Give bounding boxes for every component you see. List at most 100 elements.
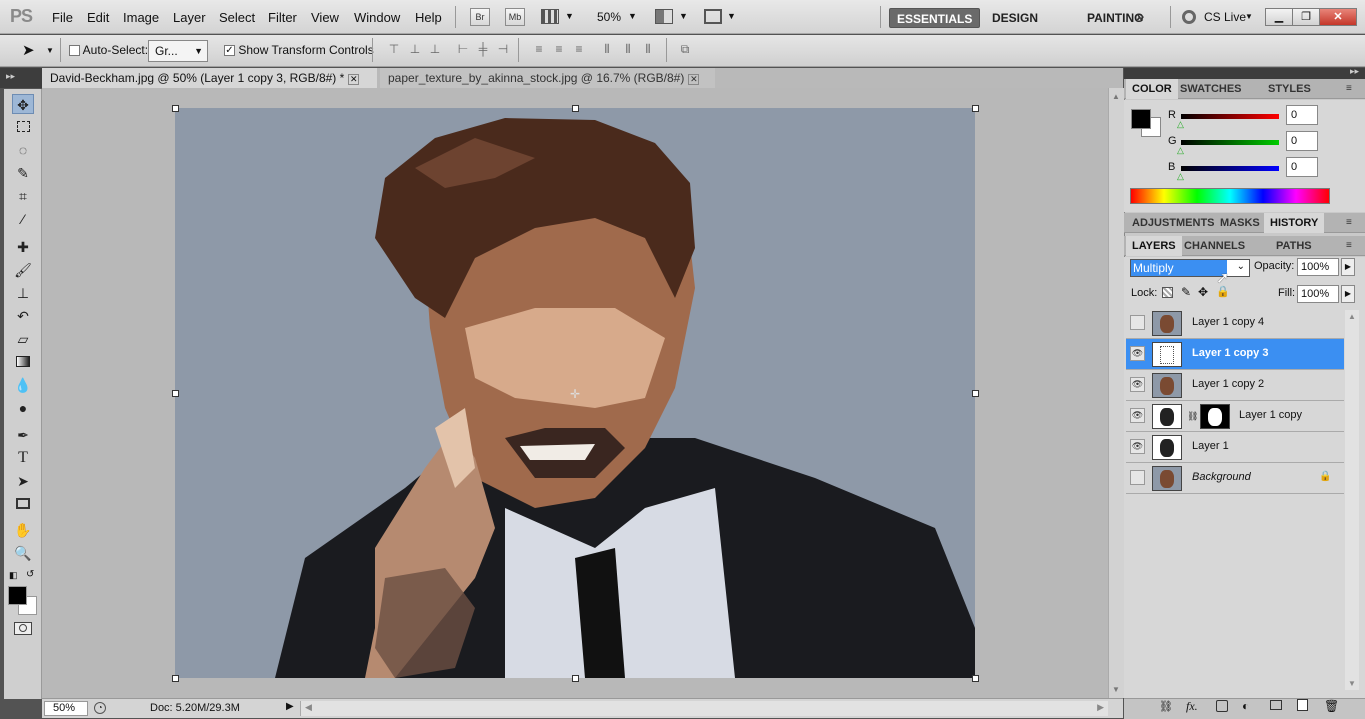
menu-layer[interactable]: Layer bbox=[173, 10, 206, 25]
mini-bridge-button[interactable]: Mb bbox=[505, 8, 525, 26]
default-colors-icon[interactable]: ◧ bbox=[9, 570, 18, 581]
brush-tool[interactable]: 🖌 bbox=[12, 260, 34, 280]
opacity-input[interactable]: 100% bbox=[1297, 258, 1339, 276]
history-brush-tool[interactable]: ↶ bbox=[12, 306, 34, 326]
status-info-icon[interactable]: ◔ bbox=[94, 702, 106, 714]
menu-window[interactable]: Window bbox=[354, 10, 400, 25]
eyedropper-tool[interactable]: ⁄ bbox=[12, 209, 34, 229]
auto-select-dropdown[interactable]: Gr... ▼ bbox=[148, 40, 208, 62]
lock-all-icon[interactable]: 🔒 bbox=[1216, 285, 1230, 298]
close-button[interactable]: ✕ bbox=[1319, 8, 1357, 26]
layer-mask-link-icon[interactable]: ⛓ bbox=[1187, 411, 1198, 422]
scroll-down-icon[interactable]: ▼ bbox=[1348, 679, 1356, 688]
panel-menu-icon[interactable]: ≡ bbox=[1340, 79, 1358, 99]
pen-tool[interactable]: ✒ bbox=[12, 425, 34, 445]
add-mask-icon[interactable] bbox=[1216, 700, 1228, 712]
red-slider[interactable] bbox=[1181, 114, 1279, 119]
link-layers-icon[interactable]: ⛓ bbox=[1159, 700, 1173, 713]
screen-mode-icon[interactable] bbox=[704, 9, 722, 24]
transform-handle-bc[interactable] bbox=[572, 675, 579, 682]
layer-name[interactable]: Layer 1 copy 3 bbox=[1192, 347, 1268, 359]
shape-tool[interactable] bbox=[12, 494, 34, 514]
align-vcenter-icon[interactable]: ⊥ bbox=[408, 42, 422, 56]
path-selection-tool[interactable]: ➤ bbox=[12, 471, 34, 491]
collapse-panels-icon[interactable]: ▸▸ bbox=[1350, 66, 1359, 77]
layer-style-fx-icon[interactable]: fx. bbox=[1186, 699, 1198, 714]
align-right-icon[interactable]: ⊣ bbox=[496, 42, 510, 56]
green-value-input[interactable]: 0 bbox=[1286, 131, 1318, 151]
dodge-tool[interactable]: ● bbox=[12, 398, 34, 418]
layer-name[interactable]: Layer 1 bbox=[1192, 440, 1229, 452]
menu-file[interactable]: File bbox=[52, 10, 73, 25]
adjustment-layer-icon[interactable]: ◐ bbox=[1242, 699, 1249, 713]
scroll-down-icon[interactable]: ▼ bbox=[1112, 685, 1120, 694]
color-spectrum-bar[interactable] bbox=[1130, 188, 1330, 204]
arrange-documents-icon[interactable] bbox=[655, 9, 673, 24]
cs-live-icon[interactable] bbox=[1182, 10, 1196, 24]
chevron-down-icon[interactable]: ▼ bbox=[679, 11, 688, 21]
vertical-scrollbar[interactable]: ▲ ▼ bbox=[1108, 88, 1124, 698]
distribute-hcenter-icon[interactable]: ⦀ bbox=[621, 42, 635, 56]
quick-selection-tool[interactable]: ✎ bbox=[12, 163, 34, 183]
workspace-essentials[interactable]: ESSENTIALS bbox=[889, 8, 981, 28]
tab-masks[interactable]: MASKS bbox=[1214, 213, 1266, 233]
red-value-input[interactable]: 0 bbox=[1286, 105, 1318, 125]
lock-pixels-icon[interactable]: ✎ bbox=[1181, 285, 1191, 299]
scroll-up-icon[interactable]: ▲ bbox=[1348, 312, 1356, 321]
swap-colors-icon[interactable]: ↺ bbox=[26, 569, 34, 580]
fill-slider-arrow-icon[interactable]: ▶ bbox=[1341, 285, 1355, 303]
bridge-button[interactable]: Br bbox=[470, 8, 490, 26]
visibility-toggle-off[interactable] bbox=[1130, 315, 1145, 330]
panel-foreground-swatch[interactable] bbox=[1131, 109, 1151, 129]
crop-tool[interactable]: ⌗ bbox=[12, 186, 34, 206]
zoom-level[interactable]: 50% bbox=[597, 10, 621, 24]
chevron-down-icon[interactable]: ▼ bbox=[46, 46, 54, 55]
chevron-down-icon[interactable]: ▼ bbox=[1245, 12, 1253, 21]
lasso-tool[interactable]: ◌ bbox=[12, 140, 34, 160]
move-tool-preset-icon[interactable]: ➤ bbox=[22, 41, 35, 59]
transform-handle-bl[interactable] bbox=[172, 675, 179, 682]
marquee-tool[interactable] bbox=[12, 117, 34, 137]
layers-scrollbar[interactable]: ▲ ▼ bbox=[1345, 310, 1359, 690]
distribute-right-icon[interactable]: ⦀ bbox=[641, 42, 655, 56]
visibility-toggle-off[interactable] bbox=[1130, 470, 1145, 485]
tab-history[interactable]: HISTORY bbox=[1264, 213, 1325, 233]
menu-image[interactable]: Image bbox=[123, 10, 159, 25]
move-tool[interactable]: ✥ bbox=[12, 94, 34, 114]
scroll-up-icon[interactable]: ▲ bbox=[1112, 92, 1120, 101]
distribute-top-icon[interactable]: ≡ bbox=[532, 42, 546, 56]
auto-align-layers-icon[interactable]: ⧉ bbox=[678, 42, 692, 56]
type-tool[interactable]: T bbox=[12, 448, 34, 468]
hand-tool[interactable]: ✋ bbox=[12, 520, 34, 540]
tab-adjustments[interactable]: ADJUSTMENTS bbox=[1126, 213, 1221, 233]
tab-channels[interactable]: CHANNELS bbox=[1178, 236, 1251, 256]
layer-row-background[interactable]: Background 🔒 bbox=[1126, 463, 1344, 494]
transform-handle-ml[interactable] bbox=[172, 390, 179, 397]
layer-name[interactable]: Background bbox=[1192, 471, 1251, 483]
delete-layer-icon[interactable]: 🗑 bbox=[1324, 699, 1339, 713]
tab-color[interactable]: COLOR bbox=[1126, 79, 1178, 99]
healing-brush-tool[interactable]: ✚ bbox=[12, 237, 34, 257]
tab-styles[interactable]: STYLES bbox=[1262, 79, 1317, 99]
green-slider[interactable] bbox=[1181, 140, 1279, 145]
menu-select[interactable]: Select bbox=[219, 10, 255, 25]
eye-icon[interactable]: 👁 bbox=[1130, 408, 1145, 423]
menu-filter[interactable]: Filter bbox=[268, 10, 297, 25]
show-transform-option[interactable]: ✓ Show Transform Controls bbox=[224, 43, 374, 57]
distribute-vcenter-icon[interactable]: ≡ bbox=[552, 42, 566, 56]
blue-slider[interactable] bbox=[1181, 166, 1279, 171]
transform-handle-tl[interactable] bbox=[172, 105, 179, 112]
distribute-bottom-icon[interactable]: ≡ bbox=[572, 42, 586, 56]
layer-row[interactable]: 👁 ⛓ Layer 1 copy bbox=[1126, 401, 1344, 432]
align-top-icon[interactable]: ⊤ bbox=[387, 42, 401, 56]
minimize-button[interactable]: ▁ bbox=[1265, 8, 1293, 26]
workspace-design[interactable]: DESIGN bbox=[985, 8, 1045, 28]
chevron-down-icon[interactable]: ▼ bbox=[727, 11, 736, 21]
distribute-left-icon[interactable]: ⦀ bbox=[600, 42, 614, 56]
auto-select-option[interactable]: Auto-Select: bbox=[69, 43, 148, 57]
blur-tool[interactable]: 💧 bbox=[12, 375, 34, 395]
view-extras-icon[interactable] bbox=[541, 9, 559, 24]
quick-mask-icon[interactable] bbox=[14, 622, 32, 635]
transform-handle-tr[interactable] bbox=[972, 105, 979, 112]
cs-live-button[interactable]: CS Live bbox=[1204, 10, 1246, 24]
